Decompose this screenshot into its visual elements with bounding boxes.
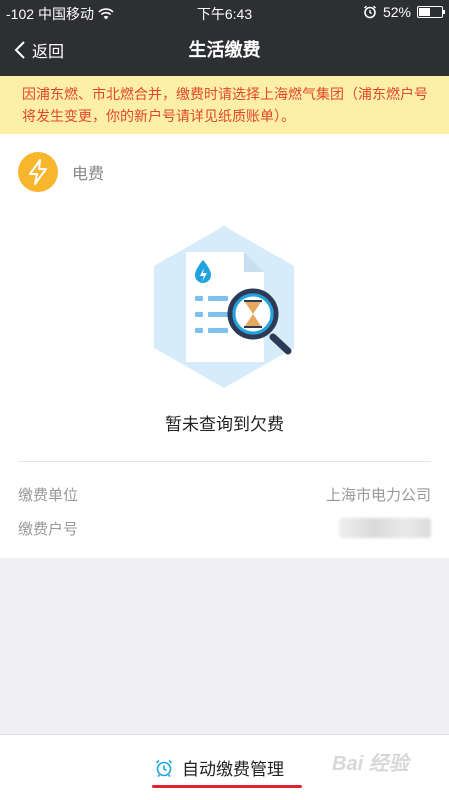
divider: [18, 461, 431, 462]
bill-type-badge: [18, 152, 58, 192]
bill-info-row-company: 缴费单位 上海市电力公司: [18, 479, 431, 509]
row-label: 缴费单位: [18, 486, 79, 504]
empty-bill-message: 暂未查询到欠费: [165, 415, 284, 434]
bill-header: 电费: [18, 152, 104, 192]
status-right: 52%: [363, 4, 445, 20]
bill-type-label: 电费: [72, 166, 105, 183]
battery-fill: [419, 8, 431, 16]
alarm-icon: [364, 5, 376, 19]
bill-info-row-account: 缴费户号: [18, 513, 431, 543]
auto-pay-label: 自动缴费管理: [182, 760, 284, 779]
watermark: Bai 经验: [332, 753, 409, 775]
lightning-icon: [29, 159, 47, 185]
battery-percent: 52%: [382, 4, 411, 20]
battery-icon: [417, 6, 445, 18]
notice-text: 因浦东燃、市北燃合并，缴费时请选择上海燃气集团（浦东燃户号将发生变更，你的新户号…: [22, 86, 428, 124]
row-value: 上海市电力公司: [325, 486, 431, 504]
redacted-account-number: [339, 518, 431, 538]
chevron-left-icon: [14, 41, 25, 59]
back-label: 返回: [32, 44, 65, 61]
bill-card: 电费 暂未查询到欠费 缴费单位 上海市电力公司 缴费户号: [0, 134, 449, 558]
back-button[interactable]: 返回: [14, 24, 64, 76]
nav-bar: 返回 生活缴费: [0, 24, 449, 76]
status-bar: -102 中国移动 下午6:43 52%: [0, 0, 449, 24]
auto-pay-management-button[interactable]: 自动缴费管理: [154, 755, 284, 780]
alarm-clock-icon: [155, 759, 173, 777]
page-title: 生活缴费: [188, 40, 261, 60]
highlight-underline: [152, 785, 302, 788]
notice-banner: 因浦东燃、市北燃合并，缴费时请选择上海燃气集团（浦东燃户号将发生变更，你的新户号…: [0, 76, 449, 134]
no-bill-illustration: [154, 226, 294, 388]
bottom-bar: 自动缴费管理 Bai 经验: [0, 734, 449, 800]
row-label: 缴费户号: [18, 520, 79, 538]
